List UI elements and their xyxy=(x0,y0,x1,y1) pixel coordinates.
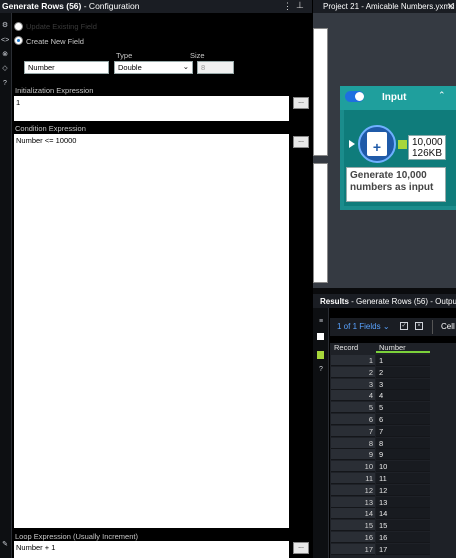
results-title: Results - Generate Rows (56) - Output xyxy=(320,297,456,306)
table-cell-number[interactable]: 12 xyxy=(376,484,430,496)
help-icon[interactable]: ? xyxy=(317,366,325,374)
tool-annotation: Generate 10,000 numbers as input xyxy=(346,167,446,202)
table-cell-number[interactable]: 14 xyxy=(376,508,430,520)
canvas-title[interactable]: Project 21 - Amicable Numbers.yxmd xyxy=(323,2,455,11)
init-expression-builder-button[interactable]: ... xyxy=(293,97,309,109)
create-new-label: Create New Field xyxy=(26,37,84,46)
record-count-text: 10,000 xyxy=(412,137,443,148)
collapse-chevron-icon[interactable]: ⌃ xyxy=(438,90,446,101)
deselect-icon[interactable]: × xyxy=(415,322,423,330)
code-tab-icon[interactable]: <> xyxy=(1,37,9,45)
table-row-record[interactable]: 7 xyxy=(331,425,375,437)
number-column-header[interactable]: Number xyxy=(376,343,430,353)
table-row-record[interactable]: 4 xyxy=(331,390,375,402)
table-cell-number[interactable]: 9 xyxy=(376,449,430,461)
table-row-record[interactable]: 15 xyxy=(331,520,375,532)
results-icon-strip: ≡ ? xyxy=(313,308,329,558)
table-cell-number[interactable]: 8 xyxy=(376,437,430,449)
container-title: Input xyxy=(382,92,407,103)
chevron-down-icon: ⌄ xyxy=(182,62,189,71)
table-cell-number[interactable]: 17 xyxy=(376,543,430,555)
list-view-icon[interactable]: ≡ xyxy=(317,318,325,326)
table-cell-number[interactable]: 2 xyxy=(376,366,430,378)
create-new-radio[interactable] xyxy=(14,36,23,45)
table-cell-number[interactable]: 4 xyxy=(376,390,430,402)
table-cell-number[interactable]: 3 xyxy=(376,378,430,390)
help-tab-icon[interactable]: ? xyxy=(1,80,9,88)
table-cell-number[interactable]: 13 xyxy=(376,496,430,508)
canvas-panel-left-1 xyxy=(313,28,328,156)
toolbar-divider xyxy=(432,320,433,334)
output-anchor-icon xyxy=(398,140,407,149)
close-icon[interactable]: ✕ xyxy=(447,1,455,12)
field-type-value: Double xyxy=(118,63,142,72)
document-plus-icon: + xyxy=(367,132,387,156)
field-size-input[interactable]: 8 xyxy=(197,61,234,74)
table-row-record[interactable]: 17 xyxy=(331,543,375,555)
field-name-input[interactable]: Number xyxy=(24,61,109,74)
field-type-select[interactable]: Double ⌄ xyxy=(114,61,193,74)
more-options-icon[interactable]: ⋮ xyxy=(283,1,292,12)
table-view-icon[interactable] xyxy=(317,333,324,340)
table-row-record[interactable]: 9 xyxy=(331,449,375,461)
pin-icon[interactable]: ⊥ xyxy=(296,0,304,11)
table-cell-number[interactable]: 7 xyxy=(376,425,430,437)
table-row-record[interactable]: 11 xyxy=(331,473,375,484)
table-cell-number[interactable]: 1 xyxy=(376,355,430,366)
fields-selector-text: 1 of 1 Fields xyxy=(337,322,381,331)
table-cell-number[interactable]: 5 xyxy=(376,402,430,414)
table-row-record[interactable]: 2 xyxy=(331,366,375,378)
config-tab-icon[interactable]: ⚙ xyxy=(1,22,9,30)
fields-selector[interactable]: 1 of 1 Fields ⌄ xyxy=(337,322,390,331)
table-row-record[interactable]: 12 xyxy=(331,484,375,496)
condition-expression-label: Condition Expression xyxy=(15,124,86,133)
type-label: Type xyxy=(116,51,133,60)
condition-expression-editor[interactable]: Number <= 10000 xyxy=(14,134,289,528)
cell-viewer-button[interactable]: Cell xyxy=(441,322,455,331)
table-row-record[interactable]: 6 xyxy=(331,414,375,425)
table-cell-number[interactable]: 10 xyxy=(376,461,430,473)
table-row-record[interactable]: 10 xyxy=(331,461,375,473)
data-size-text: 126KB xyxy=(412,148,443,159)
table-cell-number[interactable]: 11 xyxy=(376,473,430,484)
table-row-record[interactable]: 13 xyxy=(331,496,375,508)
table-cell-number[interactable]: 15 xyxy=(376,520,430,532)
edit-tab-icon[interactable]: ✎ xyxy=(1,541,9,549)
toggle-knob xyxy=(355,92,364,101)
annotation-text: Generate 10,000 numbers as input xyxy=(350,170,434,193)
init-expression-editor[interactable]: 1 xyxy=(14,96,289,121)
record-column-header[interactable]: Record xyxy=(331,343,375,353)
size-label: Size xyxy=(190,51,205,60)
loop-expression-editor[interactable]: Number + 1 xyxy=(14,541,289,558)
table-cell-number[interactable]: 16 xyxy=(376,532,430,543)
table-cell-number[interactable]: 6 xyxy=(376,414,430,425)
chevron-down-icon: ⌄ xyxy=(382,322,390,331)
update-existing-radio[interactable] xyxy=(14,22,23,31)
init-expression-label: Initialization Expression xyxy=(15,86,94,95)
condition-expression-builder-button[interactable]: ... xyxy=(293,136,309,148)
table-row-record[interactable]: 16 xyxy=(331,532,375,543)
output-anchor-tab-icon[interactable] xyxy=(317,351,324,359)
config-icon-strip: ⚙ <> ⊗ ◇ ? ✎ xyxy=(0,13,12,558)
update-existing-label: Update Existing Field xyxy=(26,22,97,31)
table-row-record[interactable]: 5 xyxy=(331,402,375,414)
configuration-title: Generate Rows (56) - Configuration xyxy=(2,1,140,11)
table-row-record[interactable]: 8 xyxy=(331,437,375,449)
table-row-record[interactable]: 1 xyxy=(331,355,375,366)
loop-expression-builder-button[interactable]: ... xyxy=(293,542,309,554)
table-row-record[interactable]: 14 xyxy=(331,508,375,520)
checkbox-icon[interactable]: ✓ xyxy=(400,322,408,330)
table-row-record[interactable]: 3 xyxy=(331,378,375,390)
loop-expression-label: Loop Expression (Usually Increment) xyxy=(15,532,138,541)
annotation-tab-icon[interactable]: ⊗ xyxy=(1,51,9,59)
tag-tab-icon[interactable]: ◇ xyxy=(1,65,9,73)
canvas-panel-left-2 xyxy=(313,163,328,283)
